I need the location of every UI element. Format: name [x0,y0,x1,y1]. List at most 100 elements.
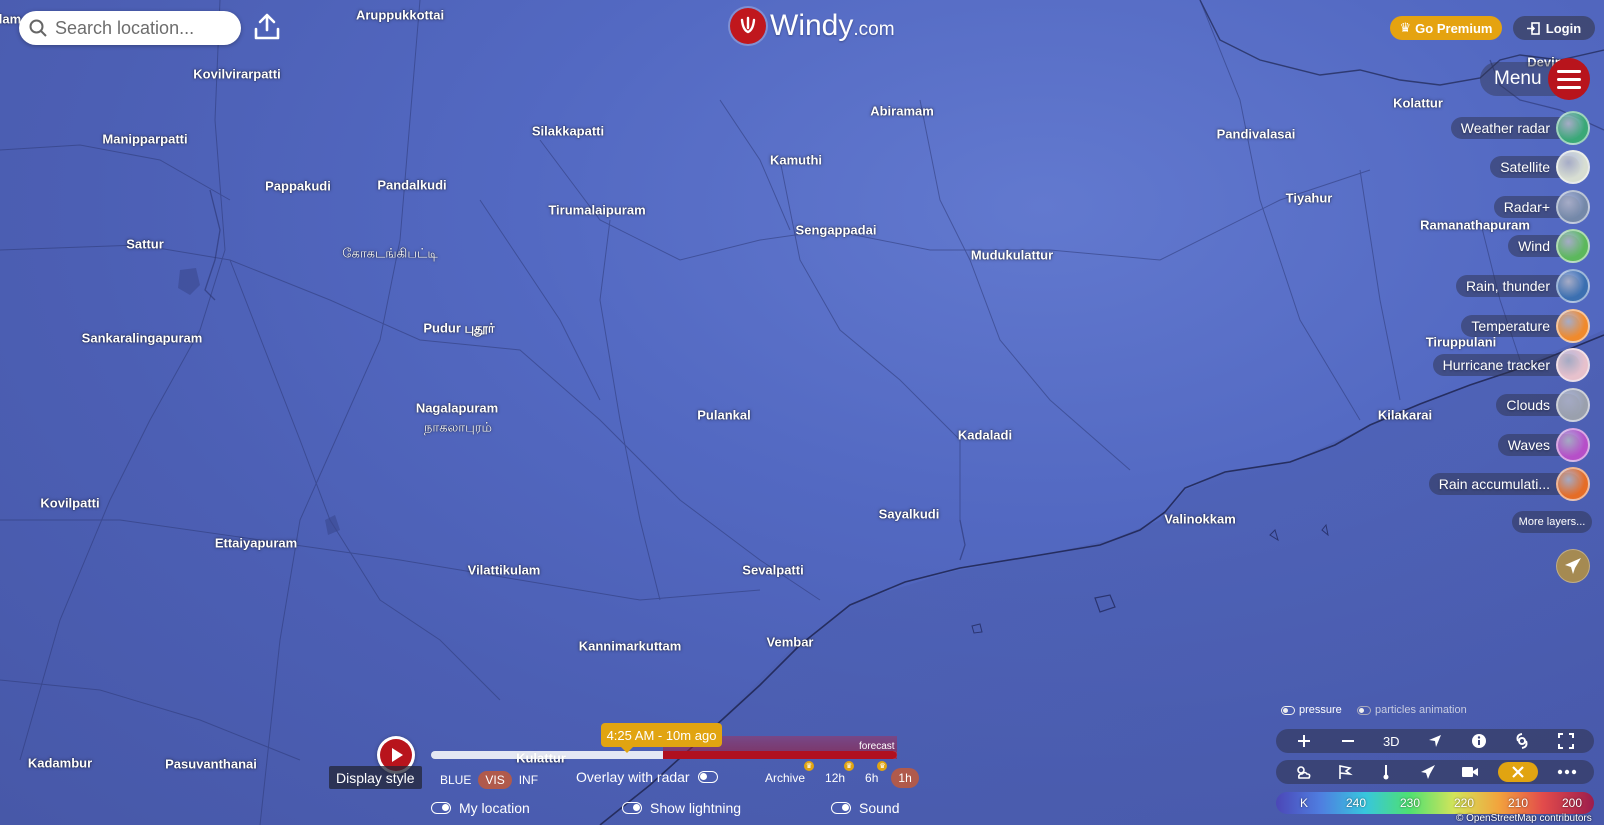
place-label: கோகடங்கிபட்டி [342,245,438,261]
mode-inf[interactable]: INF [512,771,545,789]
archive-6h[interactable]: 6h ♛ [858,761,888,788]
place-label: Nagalapuram [415,400,499,416]
layer-thumbnail-icon [1556,348,1590,382]
place-label: Aruppukkottai [355,7,445,23]
temperature-stations-button[interactable] [1373,762,1399,782]
layer-thumbnail-icon [1556,229,1590,263]
layer-item[interactable]: Wind [1508,229,1590,263]
info-icon [1471,734,1486,748]
layer-thumbnail-icon [1556,467,1590,501]
layer-thumbnail-icon [1556,388,1590,422]
place-label: Tiyahur [1285,190,1333,206]
airports-button[interactable] [1415,762,1441,782]
legend-value: 230 [1400,796,1421,810]
place-label: Kadambur [27,755,93,771]
close-icon [1512,766,1525,778]
more-tools-button[interactable] [1554,762,1580,782]
more-layers-button[interactable]: More layers... [1512,511,1592,533]
windy-logo[interactable]: Windy.com [730,8,895,44]
locate-button[interactable] [1422,731,1448,751]
webcams-button[interactable] [1457,762,1483,782]
archive-12h[interactable]: 12h ♛ [818,761,855,788]
display-style-button[interactable]: Display style [329,766,422,789]
3d-button[interactable]: 3D [1378,731,1404,751]
layer-item[interactable]: Hurricane tracker [1432,348,1590,382]
place-label: Kilakarai [1377,407,1433,423]
particles-toggle[interactable]: particles animation [1357,704,1467,716]
place-label: Pandalkudi [377,177,447,193]
place-label: Manipparpatti [102,131,188,147]
attribution[interactable]: © OpenStreetMap contributors [1456,813,1592,824]
place-label: Pandivalasai [1216,126,1296,142]
archive-selector: Archive ♛ 12h ♛ 6h ♛ 1h [758,761,919,788]
layer-item[interactable]: Satellite [1490,150,1590,184]
minus-icon [1341,740,1354,742]
thermometer-icon [1383,765,1389,780]
place-label: Pudur புதூர் [423,320,495,336]
archive-1h[interactable]: 1h [891,768,919,788]
legend-value: 220 [1454,796,1475,810]
timeline-handle[interactable]: 4:25 AM - 10m ago [601,723,722,753]
layer-item[interactable]: Rain, thunder [1455,269,1590,303]
layer-thumbnail-icon [1556,309,1590,343]
menu-label: Menu [1494,68,1542,89]
place-label: Ettaiyapuram [214,535,298,551]
place-label: Tirumalaipuram [548,202,646,218]
more-dots-icon [1557,769,1577,775]
my-location-toggle[interactable]: My location [431,800,530,816]
map-controls: 3D [1276,729,1594,753]
fullscreen-button[interactable] [1553,731,1579,751]
zoom-in-button[interactable] [1291,731,1317,751]
map-tools [1276,760,1594,784]
upload-icon [254,13,280,40]
camera-icon [1461,767,1478,777]
flags-button[interactable] [1332,762,1358,782]
legend-value: 200 [1562,796,1583,810]
legend-unit: K [1300,796,1309,810]
share-button[interactable] [252,11,282,41]
forecast-label: forecast [859,741,895,752]
place-label: Pasuvanthanai [165,756,257,772]
pressure-toggle[interactable]: pressure [1281,704,1342,716]
crown-icon: ♛ [1399,20,1412,35]
mode-vis[interactable]: VIS [478,771,512,789]
mode-blue[interactable]: BLUE [433,771,478,789]
map-canvas[interactable] [0,0,1604,825]
windy-logo-icon [730,8,766,44]
zoom-out-button[interactable] [1335,731,1361,751]
forecast-track[interactable] [663,751,897,759]
weather-stations-button[interactable] [1290,762,1316,782]
login-icon [1526,21,1540,35]
layer-item[interactable]: Temperature [1461,309,1590,343]
plus-icon [1297,735,1310,747]
layer-item[interactable]: Waves [1497,428,1590,462]
place-label: Sevalpatti [742,562,804,578]
layer-item[interactable]: Radar+ [1493,190,1590,224]
search-box[interactable] [19,11,241,45]
legend-value: 240 [1346,796,1367,810]
menu-button[interactable]: Menu [1480,58,1590,100]
layer-thumbnail-icon [1556,190,1590,224]
layer-item[interactable]: Clouds [1496,388,1590,422]
place-label: Sattur [126,236,164,252]
place-label: Kadaladi [957,427,1013,443]
crown-icon: ♛ [877,761,888,771]
airport-button[interactable] [1556,549,1590,583]
layer-item[interactable]: Weather radar [1450,111,1590,145]
login-button[interactable]: Login [1513,16,1595,40]
sound-toggle[interactable]: Sound [831,800,899,816]
show-lightning-toggle[interactable]: Show lightning [622,800,741,816]
layer-thumbnail-icon [1556,428,1590,462]
archive-button[interactable]: Archive ♛ [758,761,815,788]
airplane-icon [1565,558,1581,574]
layer-item[interactable]: Rain accumulati... [1428,467,1590,501]
place-label: Vembar [766,634,814,650]
go-premium-button[interactable]: ♛ Go Premium [1390,16,1502,40]
hurricane-button[interactable] [1509,731,1535,751]
search-input[interactable] [55,17,235,39]
lightning-button[interactable] [1498,762,1539,782]
info-button[interactable] [1466,731,1492,751]
crown-icon: ♛ [804,761,815,771]
overlay-radar-toggle[interactable]: Overlay with radar [576,769,718,785]
place-label: Pulankal [697,407,751,423]
